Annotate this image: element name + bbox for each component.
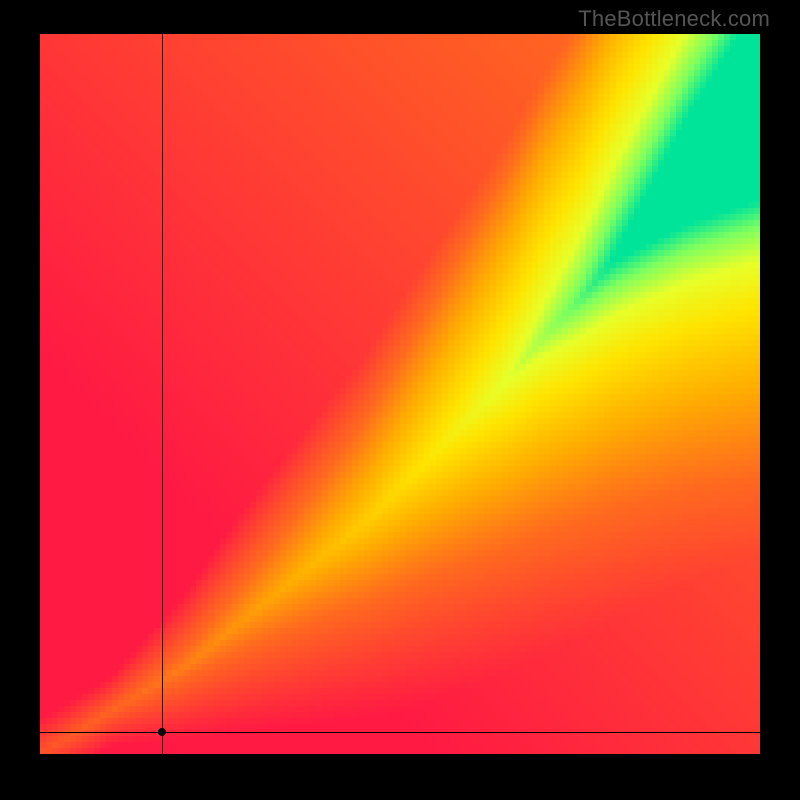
bottleneck-heatmap (40, 34, 760, 754)
watermark-text: TheBottleneck.com (578, 6, 770, 32)
chart-frame: TheBottleneck.com (0, 0, 800, 800)
